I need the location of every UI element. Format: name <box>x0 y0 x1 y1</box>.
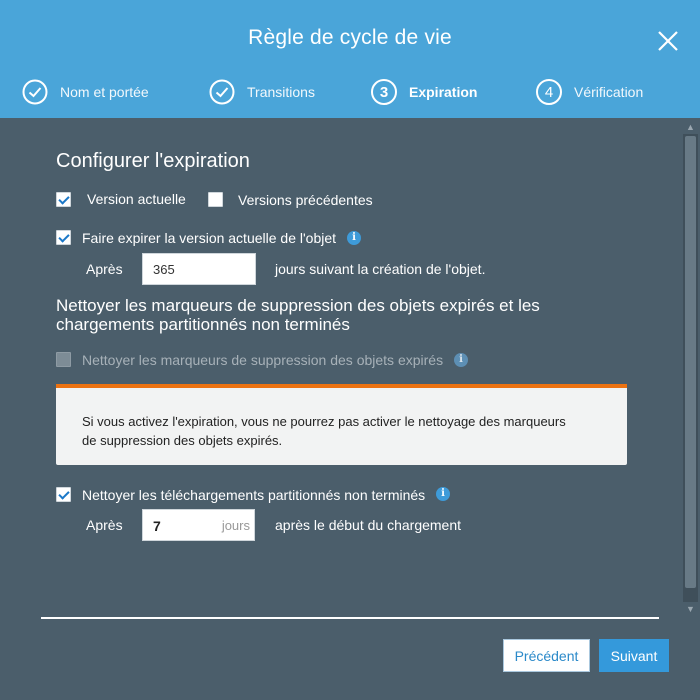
previous-versions-checkbox[interactable] <box>208 192 223 207</box>
days-suffix: jours suivant la création de l'objet. <box>275 261 486 277</box>
previous-button[interactable]: Précédent <box>503 639 590 672</box>
section-heading-cleanup: Nettoyer les marqueurs de suppression de… <box>56 296 540 334</box>
cleanup-markers-label: Nettoyer les marqueurs de suppression de… <box>82 352 444 368</box>
section-heading-expiration: Configurer l'expiration <box>56 150 250 172</box>
warning-alert: Si vous activez l'expiration, vous ne po… <box>56 384 627 465</box>
uploads-suffix: après le début du chargement <box>275 517 462 533</box>
footer-divider <box>41 617 659 619</box>
after-label: Après <box>86 261 123 277</box>
close-icon[interactable] <box>655 28 681 54</box>
dialog-title: Règle de cycle de vie <box>248 26 452 49</box>
step-transitions[interactable]: Transitions <box>209 78 315 106</box>
after-label: Après <box>86 517 123 533</box>
dialog-header: Règle de cycle de vie Nom et portée Tran… <box>0 0 700 118</box>
step-label: Transitions <box>247 84 315 100</box>
wizard-steps: Nom et portée Transitions 3 Expiration 4… <box>0 78 700 110</box>
step-label: Nom et portée <box>60 84 149 100</box>
expire-current-label: Faire expirer la version actuelle de l'o… <box>82 230 337 246</box>
step-expiration[interactable]: 3 Expiration <box>371 78 477 106</box>
scroll-down-arrow-icon[interactable]: ▼ <box>683 602 698 616</box>
next-button[interactable]: Suivant <box>599 639 669 672</box>
check-circle-icon <box>209 79 235 105</box>
current-version-label: Version actuelle <box>87 191 186 207</box>
step-number: 3 <box>371 79 397 105</box>
previous-versions-label: Versions précédentes <box>238 192 373 208</box>
info-icon[interactable]: i <box>347 231 361 245</box>
cleanup-uploads-label: Nettoyer les téléchargements partitionné… <box>82 487 426 503</box>
scroll-thumb[interactable] <box>685 136 696 588</box>
step-label: Vérification <box>574 84 644 100</box>
cleanup-uploads-checkbox[interactable] <box>56 487 71 502</box>
step-verification[interactable]: 4 Vérification <box>536 78 643 106</box>
scrollbar[interactable]: ▲ ▼ <box>683 120 698 616</box>
info-icon[interactable]: i <box>436 487 450 501</box>
current-version-checkbox[interactable] <box>56 192 71 207</box>
check-circle-icon <box>22 79 48 105</box>
warning-text: Si vous activez l'expiration, vous ne po… <box>82 414 566 448</box>
scroll-up-arrow-icon[interactable]: ▲ <box>683 120 698 134</box>
expiration-days-input[interactable] <box>142 253 256 285</box>
step-label: Expiration <box>409 84 478 100</box>
step-nom-et-portee[interactable]: Nom et portée <box>22 78 149 106</box>
cleanup-markers-checkbox <box>56 352 71 367</box>
info-icon[interactable]: i <box>454 353 468 367</box>
uploads-days-input[interactable]: 7 jours <box>142 509 255 541</box>
expire-current-checkbox[interactable] <box>56 230 71 245</box>
step-number: 4 <box>536 79 562 105</box>
uploads-days-unit: jours <box>221 518 250 533</box>
uploads-days-value: 7 <box>153 518 161 534</box>
